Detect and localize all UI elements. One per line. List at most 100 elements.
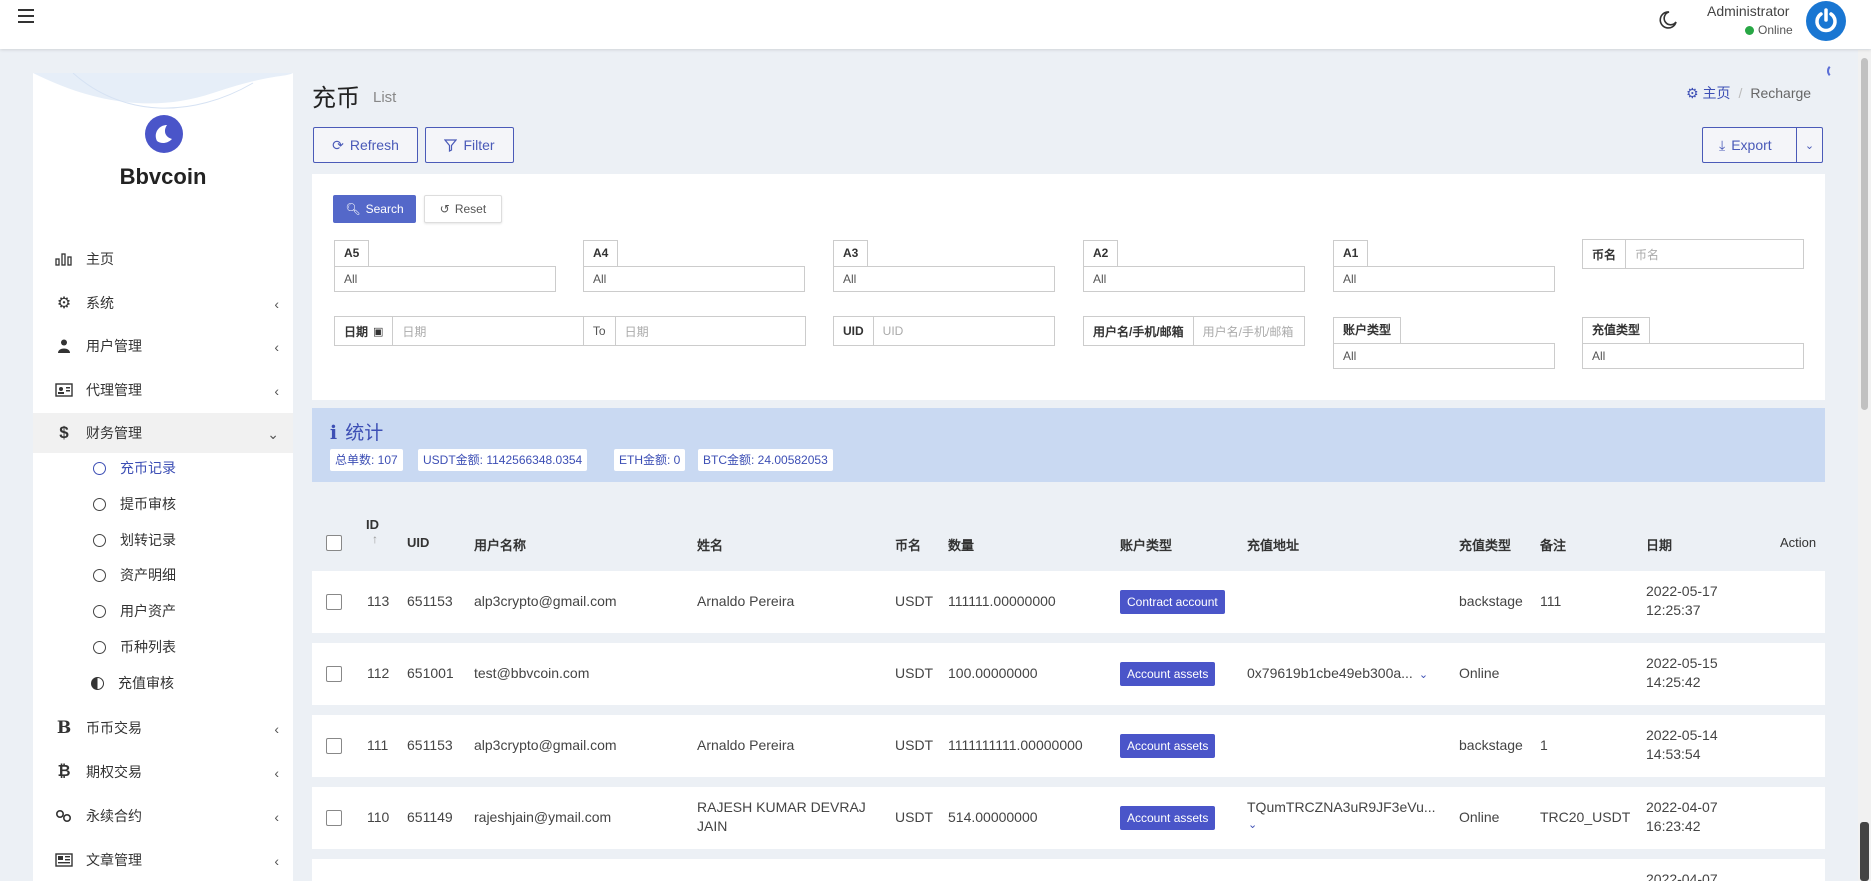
sidebar-item-home[interactable]: 主页 (33, 239, 293, 279)
cell-amount: 111111.00000000 (948, 593, 1056, 609)
sidebar-sub-item-asset-details[interactable]: 资产明细 (93, 560, 176, 590)
table-row[interactable]: 112 651001 test@bbvcoin.com USDT 100.000… (312, 643, 1825, 705)
column-header-account-type: 账户类型 (1120, 538, 1173, 553)
cell-date: 2022-04-07 (1646, 799, 1718, 815)
sidebar-item-perpetual[interactable]: 永续合约 ‹ (33, 796, 293, 836)
sidebar-sub-item-transfer-records[interactable]: 划转记录 (93, 525, 176, 555)
column-header-recharge-type: 充值类型 (1459, 538, 1512, 553)
chevron-left-icon: ‹ (274, 383, 279, 399)
filter-panel: 🔍︎ Search ↺ Reset A5 All A4 All A3 All A2 All … (312, 174, 1825, 400)
user-input[interactable]: 用户名/手机/邮箱 (1194, 323, 1304, 340)
cell-time: 14:25:42 (1646, 674, 1701, 690)
sidebar-sub-item-deposit-records[interactable]: 充币记录 (93, 453, 176, 483)
menu-toggle-icon[interactable] (18, 9, 34, 23)
cell-uid: 651001 (407, 665, 454, 681)
sidebar-item-agents[interactable]: 代理管理 ‹ (33, 370, 293, 410)
filter-a5: A5 All (334, 240, 556, 292)
sidebar-item-articles[interactable]: 文章管理 ‹ (33, 840, 293, 880)
cell-recharge-type: backstage (1459, 737, 1523, 753)
cell-uid: 651153 (407, 737, 453, 753)
avatar[interactable] (1806, 1, 1846, 41)
sidebar-item-spot-trading[interactable]: B 币币交易 ‹ (33, 708, 293, 748)
export-button[interactable]: ⤓ Export ⌄ (1702, 127, 1823, 163)
cell-date: 2022-05-14 (1646, 727, 1718, 743)
export-dropdown-chevron-icon[interactable]: ⌄ (1796, 128, 1822, 162)
page-subtitle: List (373, 89, 397, 106)
sidebar-item-options-trading[interactable]: ₿ 期权交易 ‹ (33, 752, 293, 792)
search-icon: 🔍︎ (345, 202, 361, 216)
cell-id: 111 (367, 737, 389, 753)
cell-recharge-type: Online (1459, 809, 1500, 825)
table-row[interactable]: 113 651153 alp3crypto@gmail.com Arnaldo … (312, 571, 1825, 633)
row-checkbox[interactable] (326, 738, 342, 754)
cell-time: 12:25:37 (1646, 602, 1701, 618)
expand-double-chevron-icon[interactable]: ⌄ (1419, 669, 1428, 681)
row-checkbox[interactable] (326, 594, 342, 610)
stat-btc-amount: BTC金额: 24.00582053 (698, 449, 833, 471)
breadcrumb-home-label: 主页 (1702, 85, 1731, 101)
date-end-input[interactable]: 日期 (616, 323, 805, 340)
row-checkbox[interactable] (326, 810, 342, 826)
scrollbar-thumb[interactable] (1861, 58, 1868, 410)
column-header-id[interactable]: ID ↑ (366, 517, 379, 546)
filter-button[interactable]: Filter (425, 127, 514, 163)
chevron-down-icon: ⌄ (267, 426, 279, 442)
table-row[interactable]: 110 651149 rajeshjain@ymail.com RAJESH K… (312, 787, 1825, 849)
dark-mode-moon-icon[interactable] (1658, 10, 1678, 30)
row-checkbox[interactable] (326, 666, 342, 682)
filter-uid-label: UID (834, 317, 874, 345)
filter-a5-select[interactable]: All (334, 266, 556, 292)
filter-coin[interactable]: 币名 币名 (1582, 239, 1804, 269)
select-all-checkbox[interactable] (326, 535, 342, 551)
cell-date: 2022-05-17 (1646, 583, 1718, 599)
sidebar-sub-item-coin-list[interactable]: 币种列表 (93, 632, 176, 662)
sidebar-item-finance[interactable]: $ 财务管理 ⌄ (33, 413, 293, 453)
sidebar-item-label: 主页 (86, 251, 114, 267)
search-button[interactable]: 🔍︎ Search (333, 195, 416, 223)
filter-a2-select[interactable]: All (1083, 266, 1305, 292)
breadcrumb-home-link[interactable]: ⚙ 主页 (1686, 85, 1730, 101)
uid-input[interactable]: UID (874, 324, 1054, 338)
filter-a4-select[interactable]: All (583, 266, 805, 292)
column-header-uid: UID (407, 535, 430, 550)
cell-remark: 1 (1540, 737, 1548, 753)
cell-name: RAJESH KUMAR DEVRAJ (697, 799, 866, 815)
refresh-button[interactable]: ⟳ Refresh (313, 127, 418, 163)
sidebar-item-users[interactable]: 用户管理 ‹ (33, 326, 293, 366)
filter-a1-select[interactable]: All (1333, 266, 1555, 292)
filter-user-label: 用户名/手机/邮箱 (1084, 317, 1194, 345)
admin-name[interactable]: Administrator (1707, 3, 1789, 19)
filter-a2-label: A2 (1083, 240, 1119, 266)
sidebar-sub-item-withdraw-review[interactable]: 提币审核 (93, 489, 176, 519)
sort-arrow-icon[interactable]: ↑ (372, 532, 379, 546)
date-start-input[interactable]: 日期 (393, 323, 582, 340)
page-scrollbar[interactable] (1858, 50, 1871, 881)
cell-address: 0x79619b1cbe49eb300a... ⌄ (1247, 665, 1428, 681)
sidebar-sub-item-user-assets[interactable]: 用户资产 (93, 596, 176, 626)
cell-time: 14:53:54 (1646, 746, 1701, 762)
table-row[interactable]: 2022-04-07 (312, 859, 1825, 881)
column-header-address: 充值地址 (1247, 538, 1300, 553)
cell-username: rajeshjain@ymail.com (474, 809, 612, 825)
cell-coin: USDT (895, 665, 934, 681)
sidebar-item-system[interactable]: ⚙ 系统 ‹ (33, 283, 293, 323)
chevron-left-icon: ‹ (274, 296, 279, 312)
reset-button[interactable]: ↺ Reset (424, 195, 502, 223)
circle-icon (93, 497, 106, 511)
filter-a3-select[interactable]: All (833, 266, 1055, 292)
recharge-type-select[interactable]: All (1582, 343, 1804, 369)
date-to-label: To (582, 317, 616, 345)
filter-recharge-type-label: 充值类型 (1582, 317, 1651, 343)
expand-double-chevron-icon[interactable]: ⌄ (1248, 818, 1257, 831)
online-dot-icon (1745, 26, 1754, 35)
cell-date: 2022-04-07 (1646, 871, 1718, 881)
page-title: 充币 (312, 85, 360, 112)
admin-status: Online (1745, 23, 1793, 37)
sidebar-sub-item-recharge-review[interactable]: 充值审核 (91, 668, 174, 698)
sidebar-item-label: 文章管理 (86, 852, 142, 868)
account-type-select[interactable]: All (1333, 343, 1555, 369)
column-header-username: 用户名称 (474, 538, 527, 553)
table-row[interactable]: 111 651153 alp3crypto@gmail.com Arnaldo … (312, 715, 1825, 777)
refresh-button-label: Refresh (349, 137, 399, 153)
coin-input[interactable]: 币名 (1626, 246, 1803, 263)
